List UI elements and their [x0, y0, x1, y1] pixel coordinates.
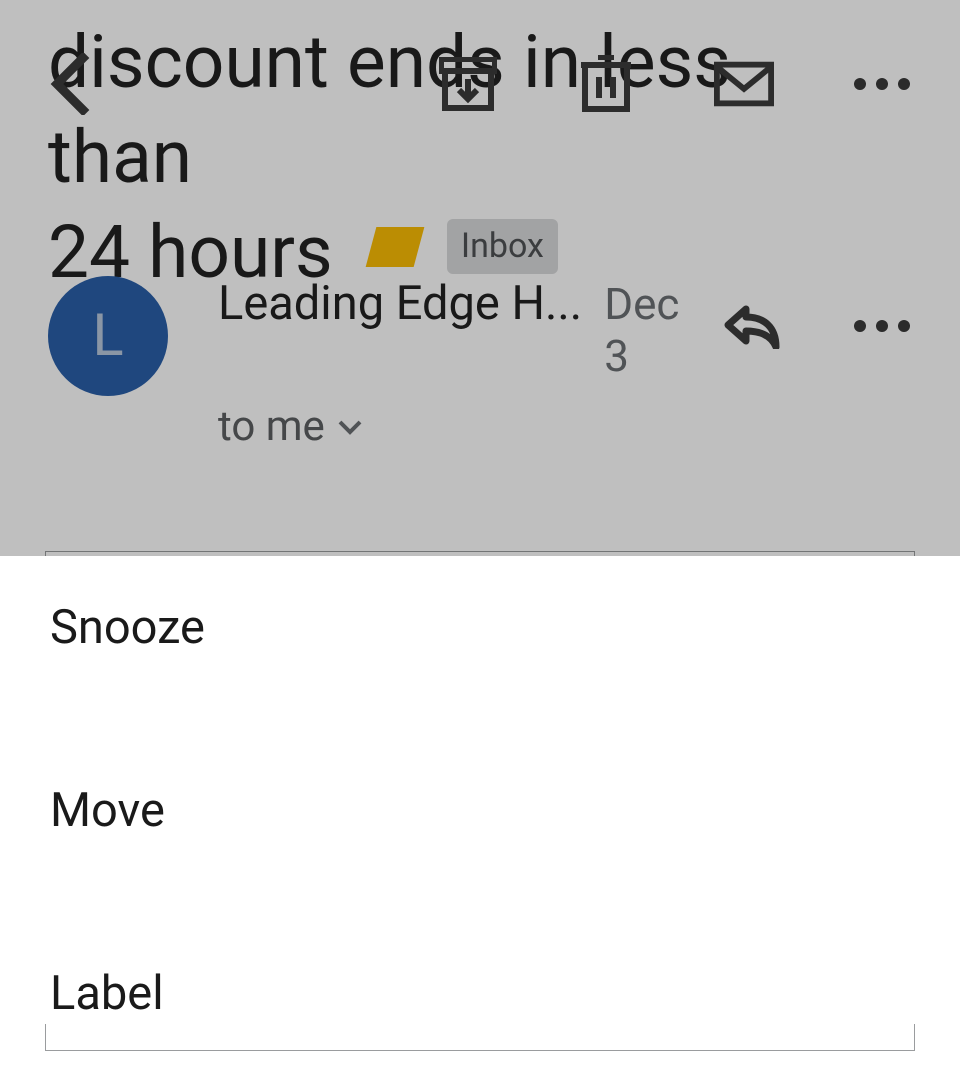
chevron-down-icon	[337, 419, 363, 435]
recipient-label: to me	[218, 402, 325, 451]
importance-marker-icon[interactable]	[365, 227, 424, 267]
sender-name[interactable]: Leading Edge H...	[218, 276, 582, 331]
reply-button[interactable]	[722, 296, 782, 356]
sender-row: L Leading Edge H... Dec 3 to me	[0, 276, 960, 451]
back-arrow-icon	[49, 53, 91, 115]
top-app-bar	[0, 0, 960, 168]
archive-icon	[439, 57, 497, 111]
more-horizontal-icon	[854, 78, 910, 90]
move-menu-item[interactable]: Move	[0, 739, 960, 882]
sender-avatar[interactable]: L	[48, 276, 168, 396]
recipient-expand[interactable]: to me	[218, 402, 712, 451]
mark-unread-button[interactable]	[714, 54, 774, 114]
bottom-sheet-menu: Snooze Move Label	[0, 556, 960, 1024]
delete-button[interactable]	[576, 54, 636, 114]
message-more-button[interactable]	[852, 296, 912, 356]
snooze-menu-item[interactable]: Snooze	[0, 556, 960, 699]
label-menu-item[interactable]: Label	[0, 922, 960, 1065]
inbox-label-chip[interactable]: Inbox	[447, 219, 558, 274]
trash-icon	[581, 55, 631, 113]
email-date: Dec 3	[604, 278, 712, 382]
archive-button[interactable]	[438, 54, 498, 114]
envelope-icon	[714, 61, 774, 107]
more-options-button[interactable]	[852, 54, 912, 114]
more-horizontal-icon	[854, 320, 910, 332]
reply-icon	[724, 303, 780, 349]
avatar-initial: L	[92, 302, 123, 370]
back-button[interactable]	[40, 54, 100, 114]
